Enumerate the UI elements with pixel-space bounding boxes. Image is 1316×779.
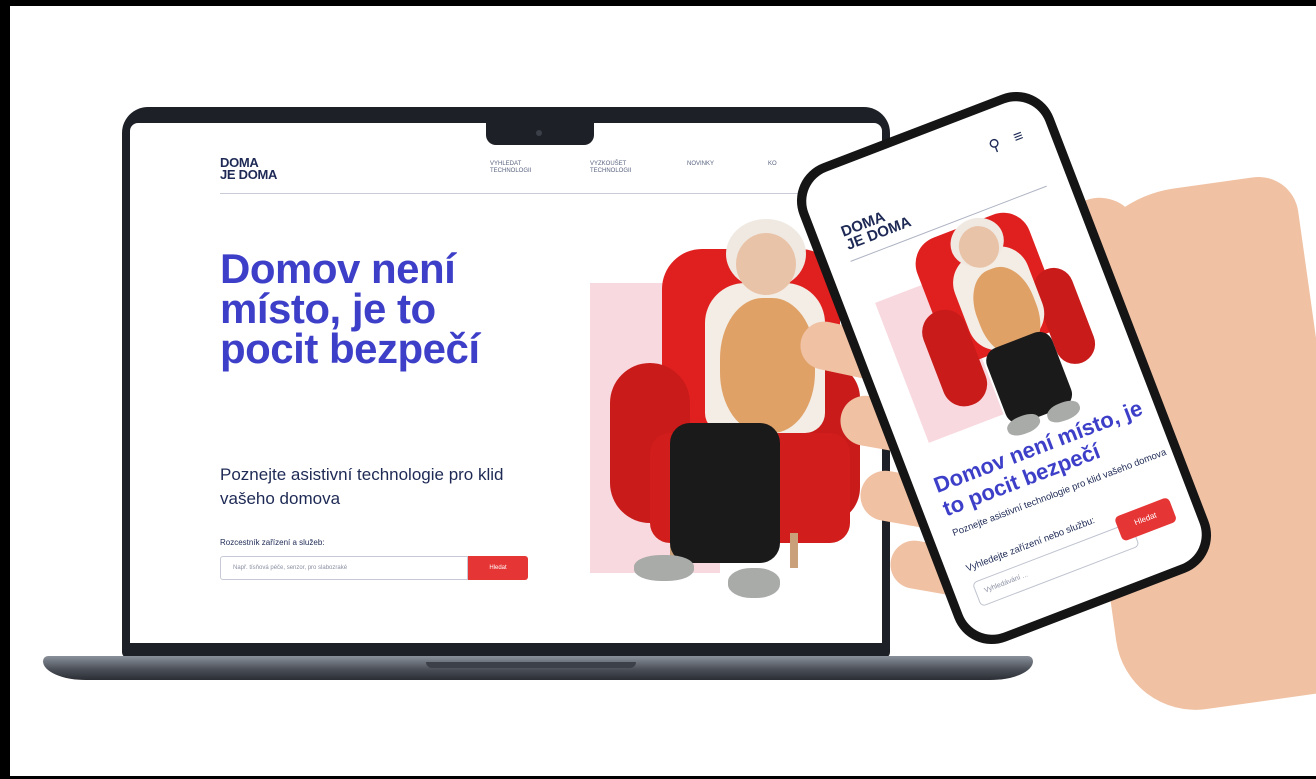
product-mockup-canvas: DOMA JE DOMA VYHLEDAT TECHNOLOGII VYZKOU… (10, 6, 1316, 776)
hamburger-menu-icon[interactable]: ≡ (1011, 127, 1026, 146)
search-button[interactable]: Hledat (468, 556, 528, 580)
phone-frame: ⚲ ≡ DOMA JE DOMA Domov není místo, je to… (785, 80, 1223, 656)
search-input[interactable]: Např. tísňová péče, senzor, pro slabozra… (220, 556, 468, 580)
logo-line-2: JE DOMA (220, 167, 278, 182)
mobile-site-logo[interactable]: DOMA JE DOMA (839, 202, 914, 253)
laptop-screen: DOMA JE DOMA VYHLEDAT TECHNOLOGII VYZKOU… (130, 123, 882, 643)
smartphone: ⚲ ≡ DOMA JE DOMA Domov není místo, je to… (785, 68, 1230, 656)
nav-item-find-technology[interactable]: VYHLEDAT TECHNOLOGII (490, 161, 554, 175)
mobile-search-button[interactable]: Hledat (1113, 496, 1178, 542)
search-label: Rozcestník zařízení a služeb: (220, 538, 325, 547)
hero-headline: Domov není místo, je to pocit bezpečí (220, 245, 480, 372)
search-icon[interactable]: ⚲ (987, 136, 1004, 156)
mobile-header-icons: ⚲ ≡ (977, 125, 1027, 160)
nav-item-news[interactable]: NOVINKY (687, 161, 714, 168)
header-divider (220, 193, 882, 194)
laptop-camera-notch (486, 123, 594, 145)
nav-item-try-technology[interactable]: VYZKOUŠET TECHNOLOGII (590, 161, 654, 175)
nav-item-contact[interactable]: KO (768, 161, 777, 168)
site-logo[interactable]: DOMA JE DOMA (220, 156, 278, 182)
laptop-base (43, 656, 1033, 680)
hero-subheadline: Poznejte asistivní technologie pro klid … (220, 465, 504, 508)
phone-screen: ⚲ ≡ DOMA JE DOMA Domov není místo, je to… (796, 91, 1212, 645)
